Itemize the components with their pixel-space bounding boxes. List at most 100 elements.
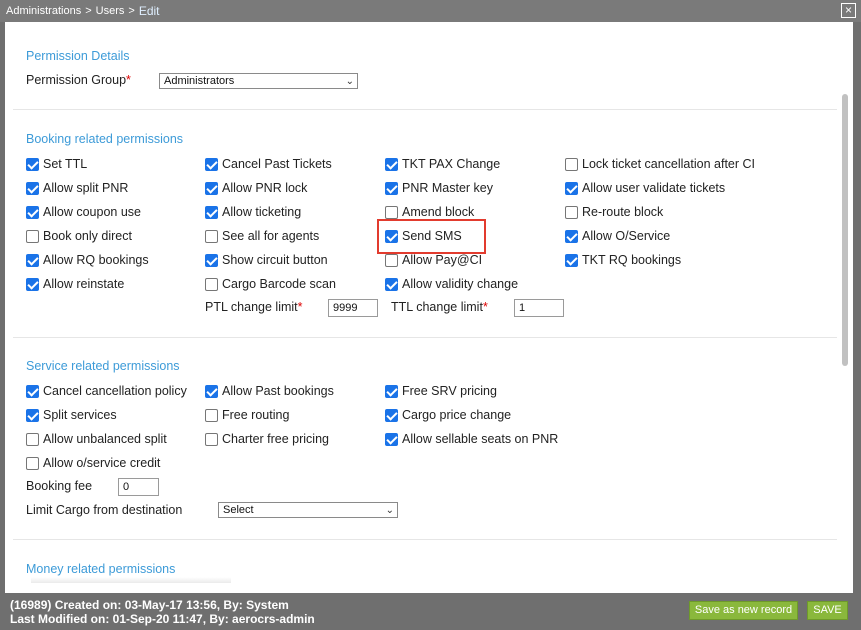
checkbox-checked-icon[interactable] <box>205 205 218 219</box>
checkbox-set-ttl[interactable]: Set TTL <box>26 156 87 172</box>
checkbox-checked-icon[interactable] <box>26 277 39 291</box>
checkbox-allow-coupon-use[interactable]: Allow coupon use <box>26 204 141 220</box>
checkbox-checked-icon[interactable] <box>205 384 218 398</box>
checkbox-allow-sellable-seats-on-pnr[interactable]: Allow sellable seats on PNR <box>385 431 558 447</box>
scrollbar-thumb[interactable] <box>842 94 848 366</box>
booking-fee-input[interactable]: 0 <box>118 478 159 496</box>
checkbox-allow-o-service[interactable]: Allow O/Service <box>565 228 670 244</box>
checkbox-label: Allow Pay@CI <box>402 253 483 267</box>
checkbox-label: Amend block <box>402 205 475 219</box>
checkbox-cancel-cancellation-policy[interactable]: Cancel cancellation policy <box>26 383 187 399</box>
checkbox-unchecked-icon[interactable] <box>385 205 398 219</box>
checkbox-checked-icon[interactable] <box>385 181 398 195</box>
money-section-title: Money related permissions <box>26 562 176 576</box>
checkbox-unchecked-icon[interactable] <box>205 277 218 291</box>
checkbox-allow-rq-bookings[interactable]: Allow RQ bookings <box>26 252 149 268</box>
checkbox-unchecked-icon[interactable] <box>205 408 218 422</box>
divider <box>13 337 837 338</box>
checkbox-checked-icon[interactable] <box>565 181 578 195</box>
breadcrumb-separator: > <box>128 5 135 17</box>
checkbox-label: Allow ticketing <box>222 205 302 219</box>
divider <box>13 109 837 110</box>
edit-panel: Permission Details Permission Group* Adm… <box>5 22 853 593</box>
checkbox-label: Allow PNR lock <box>222 181 308 195</box>
checkbox-unchecked-icon[interactable] <box>26 456 39 470</box>
checkbox-checked-icon[interactable] <box>205 253 218 267</box>
checkbox-amend-block[interactable]: Amend block <box>385 204 474 220</box>
checkbox-label: Allow coupon use <box>43 205 141 219</box>
checkbox-allow-ticketing[interactable]: Allow ticketing <box>205 204 301 220</box>
checkbox-label: Book only direct <box>43 229 132 243</box>
checkbox-allow-unbalanced-split[interactable]: Allow unbalanced split <box>26 431 167 447</box>
checkbox-label: Cancel cancellation policy <box>43 384 187 398</box>
footer: (16989) Created on: 03-May-17 13:56, By:… <box>0 593 861 630</box>
checkbox-tkt-pax-change[interactable]: TKT PAX Change <box>385 156 500 172</box>
breadcrumb-separator: > <box>85 5 92 17</box>
checkbox-cargo-price-change[interactable]: Cargo price change <box>385 407 511 423</box>
checkbox-checked-icon[interactable] <box>385 157 398 171</box>
checkbox-allow-split-pnr[interactable]: Allow split PNR <box>26 180 128 196</box>
checkbox-free-srv-pricing[interactable]: Free SRV pricing <box>385 383 497 399</box>
checkbox-allow-past-bookings[interactable]: Allow Past bookings <box>205 383 334 399</box>
checkbox-checked-icon[interactable] <box>565 229 578 243</box>
checkbox-checked-icon[interactable] <box>565 253 578 267</box>
ptl-change-limit-input[interactable]: 9999 <box>328 299 378 317</box>
checkbox-checked-icon[interactable] <box>26 408 39 422</box>
checkbox-checked-icon[interactable] <box>26 253 39 267</box>
checkbox-label: Show circuit button <box>222 253 328 267</box>
breadcrumb-users[interactable]: Users <box>96 5 125 17</box>
checkbox-checked-icon[interactable] <box>385 408 398 422</box>
checkbox-checked-icon[interactable] <box>385 384 398 398</box>
checkbox-charter-free-pricing[interactable]: Charter free pricing <box>205 431 329 447</box>
checkbox-unchecked-icon[interactable] <box>565 157 578 171</box>
checkbox-label: TKT PAX Change <box>402 157 501 171</box>
checkbox-pnr-master-key[interactable]: PNR Master key <box>385 180 493 196</box>
ttl-change-limit-input[interactable]: 1 <box>514 299 564 317</box>
checkbox-unchecked-icon[interactable] <box>205 229 218 243</box>
checkbox-checked-icon[interactable] <box>385 277 398 291</box>
checkbox-allow-validity-change[interactable]: Allow validity change <box>385 276 518 292</box>
close-icon[interactable]: × <box>841 3 856 18</box>
checkbox-allow-o-service-credit[interactable]: Allow o/service credit <box>26 455 160 471</box>
checkbox-label: Allow validity change <box>402 277 519 291</box>
checkbox-checked-icon[interactable] <box>385 432 398 446</box>
checkbox-label: Allow sellable seats on PNR <box>402 432 559 446</box>
checkbox-allow-pay-ci[interactable]: Allow Pay@CI <box>385 252 482 268</box>
checkbox-show-circuit-button[interactable]: Show circuit button <box>205 252 328 268</box>
checkbox-unchecked-icon[interactable] <box>26 432 39 446</box>
save-as-new-record-button[interactable]: Save as new record <box>689 601 798 620</box>
checkbox-checked-icon[interactable] <box>26 181 39 195</box>
checkbox-label: Allow RQ bookings <box>43 253 149 267</box>
checkbox-checked-icon[interactable] <box>205 181 218 195</box>
checkbox-label: Allow unbalanced split <box>43 432 167 446</box>
checkbox-free-routing[interactable]: Free routing <box>205 407 289 423</box>
checkbox-see-all-for-agents[interactable]: See all for agents <box>205 228 319 244</box>
checkbox-allow-reinstate[interactable]: Allow reinstate <box>26 276 124 292</box>
breadcrumb-administrations[interactable]: Administrations <box>6 5 81 17</box>
checkbox-allow-user-validate-tickets[interactable]: Allow user validate tickets <box>565 180 725 196</box>
checkbox-allow-pnr-lock[interactable]: Allow PNR lock <box>205 180 307 196</box>
chevron-down-icon: ⌄ <box>385 505 394 516</box>
checkbox-book-only-direct[interactable]: Book only direct <box>26 228 132 244</box>
checkbox-unchecked-icon[interactable] <box>26 229 39 243</box>
scrollbar[interactable] <box>839 22 851 593</box>
checkbox-unchecked-icon[interactable] <box>565 205 578 219</box>
checkbox-re-route-block[interactable]: Re-route block <box>565 204 663 220</box>
checkbox-checked-icon[interactable] <box>26 205 39 219</box>
checkbox-unchecked-icon[interactable] <box>385 253 398 267</box>
save-button[interactable]: SAVE <box>807 601 848 620</box>
checkbox-lock-ticket-cancellation-after-ci[interactable]: Lock ticket cancellation after CI <box>565 156 755 172</box>
checkbox-checked-icon[interactable] <box>26 157 39 171</box>
checkbox-checked-icon[interactable] <box>26 384 39 398</box>
checkbox-split-services[interactable]: Split services <box>26 407 117 423</box>
permission-group-select[interactable]: Administrators ⌄ <box>159 73 358 89</box>
checkbox-label: Lock ticket cancellation after CI <box>582 157 755 171</box>
checkbox-unchecked-icon[interactable] <box>205 432 218 446</box>
checkbox-tkt-rq-bookings[interactable]: TKT RQ bookings <box>565 252 681 268</box>
checkbox-label: Charter free pricing <box>222 432 329 446</box>
checkbox-checked-icon[interactable] <box>205 157 218 171</box>
checkbox-cancel-past-tickets[interactable]: Cancel Past Tickets <box>205 156 332 172</box>
limit-cargo-label: Limit Cargo from destination <box>26 503 183 517</box>
limit-cargo-select[interactable]: Select ⌄ <box>218 502 398 518</box>
checkbox-cargo-barcode-scan[interactable]: Cargo Barcode scan <box>205 276 336 292</box>
